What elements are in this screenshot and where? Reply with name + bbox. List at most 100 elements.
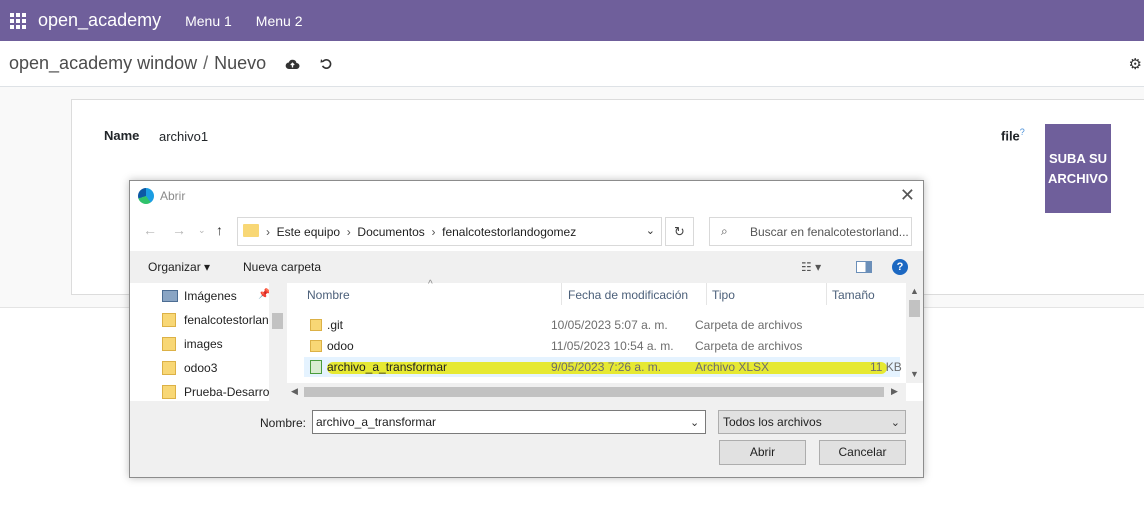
- file-date: 9/05/2023 7:26 a. m.: [551, 360, 662, 374]
- filename-dropdown-icon[interactable]: ⌄: [690, 416, 699, 429]
- filename-label: Nombre:: [260, 416, 307, 430]
- folder-icon: [310, 340, 322, 352]
- column-header-size[interactable]: Tamaño: [832, 288, 875, 302]
- folder-icon: [162, 361, 176, 375]
- forward-arrow-icon[interactable]: →: [172, 222, 186, 238]
- navigation-tree: Imágenes 📌 fenalcotestorlan images odoo3…: [130, 283, 286, 401]
- tree-item-label: odoo3: [184, 361, 218, 375]
- open-file-dialog: Abrir ✕ ← → ⌄ ↑ › Este equipo › Document…: [129, 180, 924, 478]
- refresh-icon: ↻: [674, 223, 685, 239]
- gear-icon[interactable]: ⚙: [1129, 55, 1142, 73]
- vertical-scroll-thumb[interactable]: [909, 300, 920, 317]
- address-bar[interactable]: › Este equipo › Documentos › fenalcotest…: [237, 217, 662, 246]
- file-list-horizontal-scrollbar[interactable]: ◀ ▶: [287, 383, 906, 401]
- filename-input[interactable]: [312, 410, 706, 434]
- file-list-vertical-scrollbar[interactable]: ▲ ▼: [906, 283, 923, 383]
- file-size: 11 KB: [870, 360, 902, 374]
- tree-scroll-thumb[interactable]: [272, 313, 283, 329]
- file-type-filter[interactable]: Todos los archivos ⌄: [718, 410, 906, 434]
- column-header-name[interactable]: Nombre: [307, 288, 350, 302]
- open-button[interactable]: Abrir: [719, 440, 806, 465]
- scroll-down-icon[interactable]: ▼: [910, 369, 919, 379]
- file-name: odoo: [327, 339, 354, 353]
- xlsx-file-icon: [310, 360, 322, 374]
- organize-menu[interactable]: Organizar ▾: [148, 260, 210, 274]
- recent-chevron-icon[interactable]: ⌄: [198, 225, 206, 236]
- file-row[interactable]: odoo 11/05/2023 10:54 a. m. Carpeta de a…: [304, 336, 900, 356]
- back-arrow-icon[interactable]: ←: [143, 222, 157, 238]
- file-type-filter-value: Todos los archivos: [723, 415, 822, 429]
- save-cloud-icon[interactable]: [284, 56, 300, 72]
- file-type: Carpeta de archivos: [695, 318, 803, 332]
- control-panel: open_academy window / Nuevo ⚙: [0, 41, 1144, 87]
- search-icon: ⌕: [721, 224, 728, 238]
- discard-undo-icon[interactable]: [318, 56, 334, 72]
- scroll-left-icon[interactable]: ◀: [291, 386, 298, 397]
- upload-file-button[interactable]: SUBA SU ARCHIVO: [1045, 124, 1111, 213]
- file-type: Archivo XLSX: [695, 360, 770, 374]
- dialog-titlebar[interactable]: Abrir ✕: [130, 181, 923, 211]
- name-label: Name: [104, 128, 140, 143]
- path-segment-este-equipo[interactable]: Este equipo: [277, 225, 340, 239]
- folder-icon: [243, 224, 259, 237]
- help-tooltip-icon[interactable]: ?: [1020, 127, 1025, 137]
- scroll-up-icon[interactable]: ▲: [910, 286, 919, 296]
- file-row[interactable]: .git 10/05/2023 5:07 a. m. Carpeta de ar…: [304, 315, 900, 335]
- search-box[interactable]: ⌕ Buscar en fenalcotestorland...: [709, 217, 912, 246]
- new-folder-button[interactable]: Nueva carpeta: [243, 260, 321, 274]
- app-brand[interactable]: open_academy: [38, 10, 161, 31]
- tree-item-label: fenalcotestorlan: [184, 313, 269, 327]
- column-divider[interactable]: [561, 283, 562, 305]
- folder-icon: [162, 313, 176, 327]
- tree-item-fenalcotestorlan[interactable]: fenalcotestorlan: [162, 310, 270, 330]
- breadcrumb-separator: /: [203, 53, 209, 73]
- refresh-button[interactable]: ↻: [665, 217, 694, 246]
- apps-menu-icon[interactable]: [0, 0, 36, 41]
- dialog-bottom-bar: Nombre: ⌄ Todos los archivos ⌄ Abrir Can…: [130, 401, 923, 477]
- folder-icon: [310, 319, 322, 331]
- up-arrow-icon[interactable]: ↑: [216, 222, 223, 238]
- organize-label: Organizar: [148, 260, 201, 274]
- tree-item-images[interactable]: images: [162, 334, 270, 354]
- column-divider[interactable]: [826, 283, 827, 305]
- preview-pane-icon[interactable]: [856, 261, 872, 273]
- address-dropdown-icon[interactable]: ⌄: [646, 224, 655, 237]
- help-icon[interactable]: ?: [892, 259, 908, 275]
- path-segment-user-folder[interactable]: fenalcotestorlandogomez: [442, 225, 576, 239]
- file-date: 11/05/2023 10:54 a. m.: [551, 339, 674, 353]
- folder-icon: [162, 337, 176, 351]
- column-divider[interactable]: [706, 283, 707, 305]
- view-options-icon[interactable]: ☷ ▾: [801, 260, 821, 274]
- edge-browser-icon: [138, 188, 154, 204]
- column-header-type[interactable]: Tipo: [712, 288, 735, 302]
- breadcrumb-parent[interactable]: open_academy window: [9, 53, 197, 73]
- menu-2[interactable]: Menu 2: [256, 13, 303, 29]
- tree-item-label: Imágenes: [184, 289, 237, 303]
- tree-item-prueba-desarrollo[interactable]: Prueba-Desarrol: [162, 382, 270, 402]
- search-placeholder: Buscar en fenalcotestorland...: [750, 225, 909, 239]
- tree-item-odoo3[interactable]: odoo3: [162, 358, 270, 378]
- cancel-button[interactable]: Cancelar: [819, 440, 906, 465]
- path-segment-documentos[interactable]: Documentos: [357, 225, 424, 239]
- command-bar: Organizar ▾ Nueva carpeta ☷ ▾ ?: [130, 251, 923, 283]
- tree-item-imagenes[interactable]: Imágenes: [162, 286, 270, 306]
- column-header-date[interactable]: Fecha de modificación: [568, 288, 688, 302]
- close-icon[interactable]: ✕: [900, 185, 915, 206]
- breadcrumb: open_academy window / Nuevo: [9, 53, 266, 74]
- file-list: ^ Nombre Fecha de modificación Tipo Tama…: [287, 279, 923, 401]
- scroll-right-icon[interactable]: ▶: [891, 386, 898, 397]
- breadcrumb-current: Nuevo: [214, 53, 267, 73]
- tree-scrollbar[interactable]: [269, 283, 286, 401]
- tree-item-label: Prueba-Desarrol: [184, 385, 270, 399]
- file-label-text: file: [1001, 128, 1020, 144]
- top-navbar: open_academy Menu 1 Menu 2: [0, 0, 1144, 41]
- file-row-selected[interactable]: archivo_a_transformar 9/05/2023 7:26 a. …: [304, 357, 902, 377]
- menu-1[interactable]: Menu 1: [185, 13, 232, 29]
- images-folder-icon: [162, 290, 178, 302]
- dialog-navigation-row: ← → ⌄ ↑ › Este equipo › Documentos › fen…: [130, 211, 923, 251]
- name-value[interactable]: archivo1: [159, 129, 208, 144]
- tree-item-label: images: [184, 337, 223, 351]
- address-path: › Este equipo › Documentos › fenalcotest…: [266, 225, 577, 239]
- horizontal-scroll-thumb[interactable]: [304, 387, 884, 397]
- file-type: Carpeta de archivos: [695, 339, 803, 353]
